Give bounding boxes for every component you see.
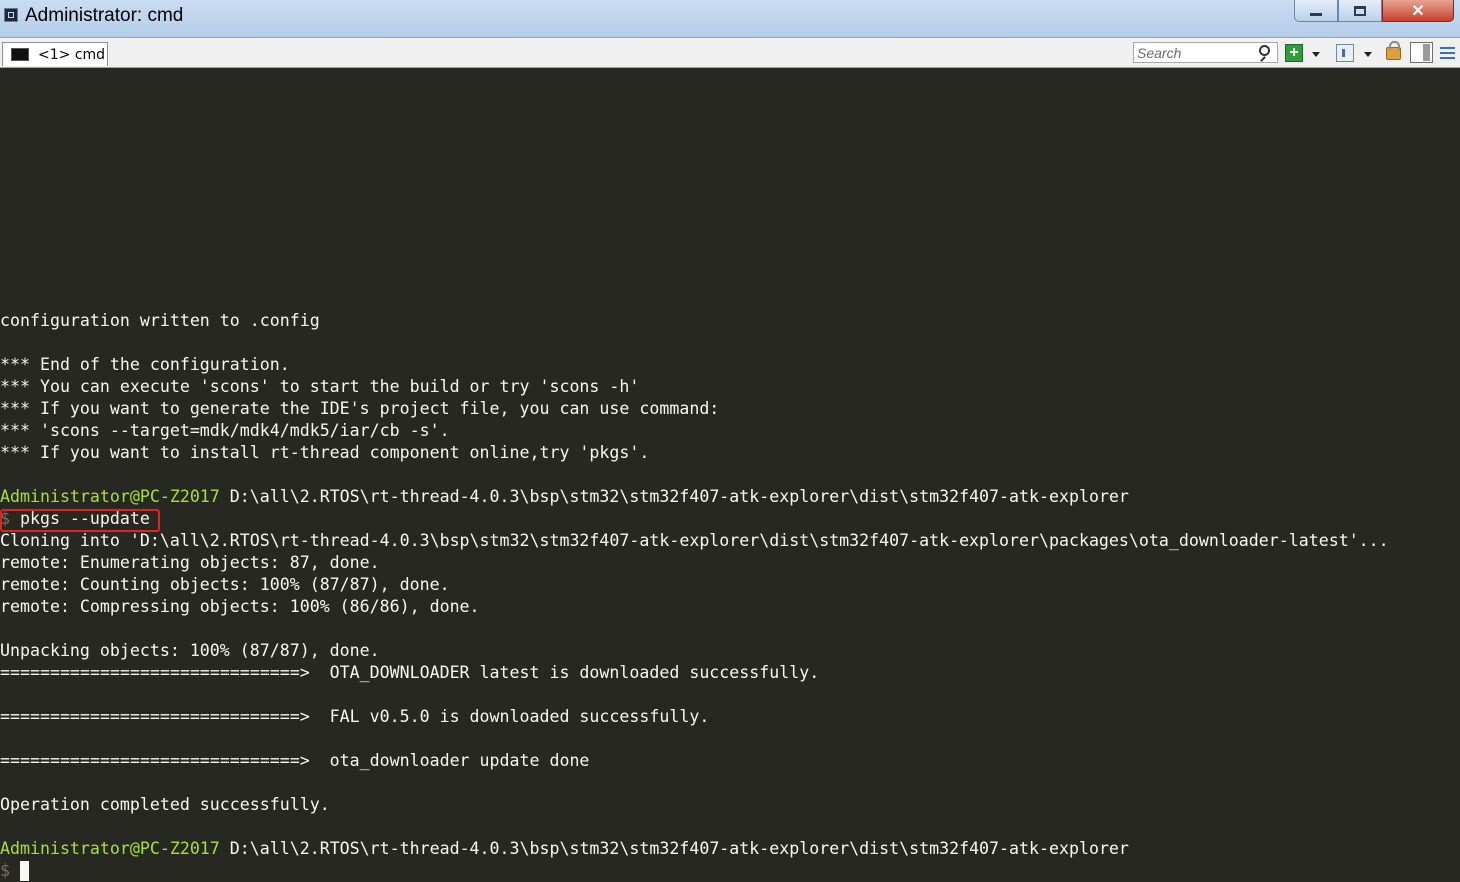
console-line: *** If you want to install rt-thread com… <box>0 443 650 462</box>
console-line: *** If you want to generate the IDE's pr… <box>0 399 720 418</box>
minimize-icon <box>1310 13 1322 16</box>
console-line: remote: Counting objects: 100% (87/87), … <box>0 575 450 594</box>
search-box[interactable] <box>1133 42 1278 63</box>
close-button[interactable]: ✕ <box>1382 0 1454 22</box>
text-cursor <box>19 861 29 881</box>
view-icon[interactable] <box>1336 44 1354 62</box>
console-icon <box>11 48 29 61</box>
search-input[interactable] <box>1137 44 1255 61</box>
view-dropdown-icon[interactable] <box>1364 52 1372 57</box>
prompt-user: Administrator@PC-Z2017 <box>0 839 220 858</box>
tab-toolbar: <1> cmd + <box>0 38 1460 68</box>
command-highlight-box <box>0 509 160 532</box>
console-line: Unpacking objects: 100% (87/87), done. <box>0 641 380 660</box>
tab-label: <1> cmd <box>38 46 106 63</box>
console-line: *** You can execute 'scons' to start the… <box>0 377 640 396</box>
console-line: ==============================> ota_down… <box>0 751 590 770</box>
console-line: ==============================> FAL v0.5… <box>0 707 710 726</box>
maximize-icon <box>1354 5 1366 16</box>
console-line: configuration written to .config <box>0 311 320 330</box>
prompt-symbol: $ <box>0 861 20 880</box>
input-line[interactable]: $ <box>0 860 29 882</box>
console-line: ==============================> OTA_DOWN… <box>0 663 820 682</box>
console-line: remote: Compressing objects: 100% (86/86… <box>0 597 480 616</box>
tab-cmd[interactable]: <1> cmd <box>2 42 108 66</box>
console-line: *** End of the configuration. <box>0 355 290 374</box>
title-bar: Administrator: cmd ✕ <box>0 0 1460 38</box>
search-icon[interactable] <box>1259 45 1270 56</box>
console-line: Operation completed successfully. <box>0 795 330 814</box>
split-view-icon[interactable] <box>1410 42 1433 63</box>
prompt-path: D:\all\2.RTOS\rt-thread-4.0.3\bsp\stm32\… <box>219 487 1129 506</box>
new-console-dropdown-icon[interactable] <box>1312 52 1320 57</box>
prompt-line: Administrator@PC-Z2017 D:\all\2.RTOS\rt-… <box>0 838 1129 860</box>
window-title: Administrator: cmd <box>25 5 184 26</box>
menu-icon[interactable] <box>1440 47 1455 60</box>
console-line: *** 'scons --target=mdk/mdk4/mdk5/iar/cb… <box>0 421 450 440</box>
close-icon: ✕ <box>1411 2 1425 20</box>
app-icon <box>4 8 18 22</box>
prompt-line: Administrator@PC-Z2017 D:\all\2.RTOS\rt-… <box>0 486 1129 508</box>
prompt-user: Administrator@PC-Z2017 <box>0 487 220 506</box>
minimize-button[interactable] <box>1294 0 1338 22</box>
maximize-button[interactable] <box>1338 0 1382 22</box>
prompt-path: D:\all\2.RTOS\rt-thread-4.0.3\bsp\stm32\… <box>219 839 1129 858</box>
lock-icon[interactable] <box>1386 41 1401 60</box>
console-output[interactable]: configuration written to .config *** End… <box>0 68 1460 882</box>
console-line: Cloning into 'D:\all\2.RTOS\rt-thread-4.… <box>0 531 1389 550</box>
console-line: remote: Enumerating objects: 87, done. <box>0 553 380 572</box>
new-console-icon[interactable]: + <box>1285 44 1303 62</box>
